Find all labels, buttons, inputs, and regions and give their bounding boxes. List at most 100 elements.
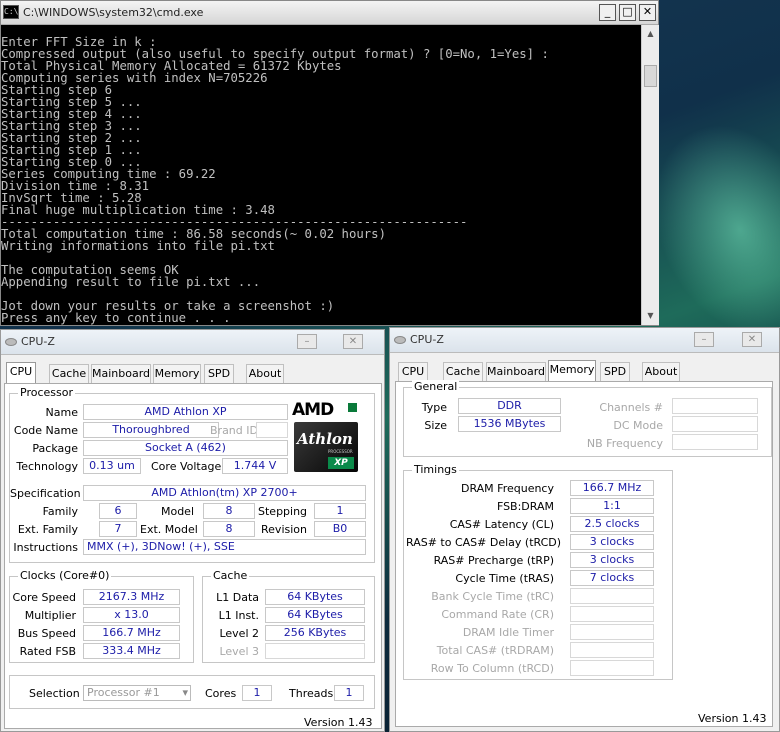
name-label: Name (45, 406, 78, 419)
tab-spd[interactable]: SPD (600, 362, 630, 382)
console-line: Press any key to continue . . . (1, 311, 231, 325)
dcmode-value (672, 416, 758, 432)
console-output[interactable]: Enter FFT Size in k : Compressed output (… (1, 25, 641, 325)
corevoltage-value: 1.744 V (222, 458, 288, 474)
dram-idle-value (570, 624, 654, 640)
trcd-value: 3 clocks (570, 534, 654, 550)
tab-about[interactable]: About (246, 364, 284, 384)
multiplier-label: Multiplier (24, 609, 76, 622)
timings-group-title: Timings (412, 463, 459, 476)
tab-mainboard[interactable]: Mainboard (486, 362, 546, 382)
minimize-button[interactable]: – (297, 334, 317, 349)
close-button[interactable]: ✕ (343, 334, 363, 349)
instructions-value: MMX (+), 3DNow! (+), SSE (83, 539, 366, 555)
tab-memory[interactable]: Memory (548, 360, 596, 383)
maximize-button[interactable]: □ (619, 4, 636, 21)
general-group-title: General (412, 380, 460, 393)
close-button[interactable]: ✕ (742, 332, 762, 347)
processor-select[interactable]: Processor #1 ▾ (83, 685, 191, 701)
version-label: Version 1.43 (698, 712, 767, 725)
scroll-thumb[interactable] (644, 65, 657, 87)
amd-athlon-xp-logo: AMD Athlon PROCESSOR XP (292, 400, 360, 474)
extfamily-label: Ext. Family (17, 523, 78, 536)
scroll-up-arrow-icon[interactable]: ▲ (644, 27, 657, 40)
tab-cache[interactable]: Cache (443, 362, 483, 382)
command-rate-value (570, 606, 654, 622)
technology-label: Technology (16, 460, 78, 473)
package-value: Socket A (462) (83, 440, 288, 456)
console-line: Writing informations into file pi.txt (1, 239, 275, 253)
tras-label: Cycle Time (tRAS) (455, 572, 554, 585)
technology-value: 0.13 um (83, 458, 141, 474)
cpuz-logo-icon (394, 336, 406, 344)
ratedfsb-value: 333.4 MHz (83, 643, 180, 659)
trp-label: RAS# Precharge (tRP) (433, 554, 554, 567)
trc-label: Bank Cycle Time (tRC) (431, 590, 554, 603)
cpuz-titlebar[interactable]: CPU-Z – ✕ (390, 328, 779, 353)
l1inst-value: 64 KBytes (265, 607, 365, 623)
tab-memory[interactable]: Memory (153, 364, 201, 384)
extmodel-label: Ext. Model (140, 523, 198, 536)
brandid-label: Brand ID (210, 424, 258, 437)
console-line: Appending result to file pi.txt ... (1, 275, 261, 289)
mem-size-value: 1536 MBytes (458, 416, 561, 432)
level2-value: 256 KBytes (265, 625, 365, 641)
extmodel-value: 8 (203, 521, 255, 537)
extfamily-value: 7 (99, 521, 137, 537)
trp-value: 3 clocks (570, 552, 654, 568)
cpuz-title: CPU-Z (21, 335, 55, 348)
dram-frequency-label: DRAM Frequency (460, 482, 554, 495)
stepping-value: 1 (314, 503, 366, 519)
processor-select-value: Processor #1 (87, 686, 160, 699)
minimize-button[interactable]: _ (599, 4, 616, 21)
tab-mainboard[interactable]: Mainboard (91, 364, 151, 384)
tab-cpu[interactable]: CPU (398, 362, 428, 382)
athlon-badge: Athlon PROCESSOR XP (294, 422, 358, 472)
cmd-scrollbar[interactable]: ▲ ▼ (641, 25, 659, 325)
channels-label: Channels # (599, 401, 663, 414)
specification-value: AMD Athlon(tm) XP 2700+ (83, 485, 366, 501)
revision-label: Revision (261, 523, 307, 536)
trc-value (570, 588, 654, 604)
family-label: Family (42, 505, 78, 518)
tab-about[interactable]: About (642, 362, 680, 382)
mem-size-label: Size (424, 419, 447, 432)
threads-value: 1 (334, 685, 364, 701)
codename-label: Code Name (13, 424, 78, 437)
nbfrequency-label: NB Frequency (586, 437, 663, 450)
l1data-value: 64 KBytes (265, 589, 365, 605)
xp-text: XP (328, 457, 354, 469)
tab-cpu[interactable]: CPU (6, 362, 36, 385)
cmd-titlebar[interactable]: C:\ C:\WINDOWS\system32\cmd.exe _ □ ✕ (1, 1, 658, 25)
package-label: Package (32, 442, 78, 455)
codename-value: Thoroughbred (83, 422, 219, 438)
processor-text: PROCESSOR (328, 449, 353, 454)
mem-type-value: DDR (458, 398, 561, 414)
threads-label: Threads (289, 687, 334, 700)
busspeed-value: 166.7 MHz (83, 625, 180, 641)
trcd-label: RAS# to CAS# Delay (tRCD) (406, 536, 562, 549)
level3-label: Level 3 (219, 645, 259, 658)
tab-cache[interactable]: Cache (49, 364, 89, 384)
scroll-down-arrow-icon[interactable]: ▼ (644, 309, 657, 322)
cas-latency-label: CAS# Latency (CL) (449, 518, 554, 531)
cpuz-titlebar[interactable]: CPU-Z – ✕ (1, 330, 384, 355)
dcmode-label: DC Mode (613, 419, 663, 432)
row-to-column-value (570, 660, 654, 676)
amd-arrow-icon (348, 403, 357, 412)
close-button[interactable]: ✕ (639, 4, 656, 21)
l1data-label: L1 Data (216, 591, 259, 604)
row-to-column-label: Row To Column (tRCD) (430, 662, 554, 675)
family-value: 6 (99, 503, 137, 519)
selection-label: Selection (29, 687, 80, 700)
dram-idle-label: DRAM Idle Timer (462, 626, 554, 639)
athlon-text: Athlon (297, 430, 353, 448)
level3-value (265, 643, 365, 659)
revision-value: B0 (314, 521, 366, 537)
tab-spd[interactable]: SPD (204, 364, 234, 384)
cpuz-title: CPU-Z (410, 333, 444, 346)
minimize-button[interactable]: – (694, 332, 714, 347)
dram-frequency-value: 166.7 MHz (570, 480, 654, 496)
version-label: Version 1.43 (304, 716, 373, 729)
corespeed-value: 2167.3 MHz (83, 589, 180, 605)
